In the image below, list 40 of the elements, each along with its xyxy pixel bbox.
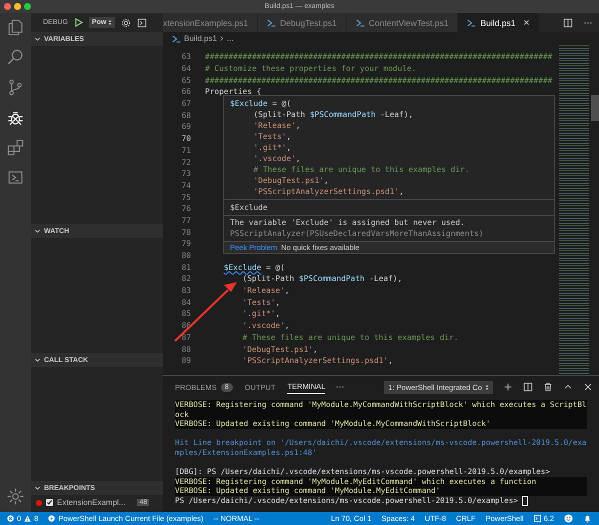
zoom-window-button[interactable]: [24, 3, 31, 10]
close-icon[interactable]: [523, 19, 530, 26]
breadcrumb-item[interactable]: ...: [226, 34, 234, 43]
up-down-arrows-icon: [108, 19, 112, 26]
powershell-file-icon: [267, 18, 276, 26]
settings-icon[interactable]: [121, 18, 132, 28]
play-icon: [48, 515, 56, 522]
powershell-file-icon: [467, 18, 476, 26]
minimize-window-button[interactable]: [14, 3, 21, 10]
split-terminal-icon[interactable]: [523, 382, 533, 392]
powershell-file-icon: [356, 18, 365, 26]
bell-icon[interactable]: [583, 514, 592, 523]
error-icon: [7, 515, 14, 522]
trash-icon[interactable]: [543, 382, 553, 392]
scrollbar-thumb[interactable]: [591, 95, 599, 121]
chevron-icon: [220, 35, 224, 42]
close-window-button[interactable]: [4, 3, 11, 10]
arrow-annotation: [174, 282, 237, 342]
text-cursor: [522, 496, 528, 506]
smiley-icon[interactable]: [564, 514, 573, 523]
close-icon[interactable]: [583, 382, 593, 392]
breakpoint-file: ExtensionExampl...: [57, 498, 126, 507]
files-icon[interactable]: [6, 18, 25, 37]
split-editor-icon[interactable]: [563, 18, 573, 28]
terminal-icon: [534, 515, 541, 522]
start-debugging-icon[interactable]: [74, 18, 83, 27]
checkbox[interactable]: [46, 499, 53, 506]
breadcrumb-item[interactable]: Build.ps1: [184, 34, 217, 43]
up-down-arrows-icon: [485, 384, 489, 390]
editor-tab[interactable]: Build.ps1: [458, 13, 540, 32]
terminal-icon[interactable]: [137, 18, 148, 28]
warning-icon: [24, 515, 32, 522]
editor-tab[interactable]: DebugTest.ps1: [258, 13, 347, 32]
breakpoint-dot-icon: [36, 500, 42, 506]
extensions-icon[interactable]: [6, 138, 25, 157]
editor-tab[interactable]: xtensionExamples.ps1: [163, 13, 258, 32]
powershell-file-icon: [172, 34, 181, 42]
search-icon[interactable]: [6, 48, 25, 67]
add-icon[interactable]: [503, 382, 513, 392]
editor-tab[interactable]: ContentViewTest.ps1: [346, 13, 458, 32]
